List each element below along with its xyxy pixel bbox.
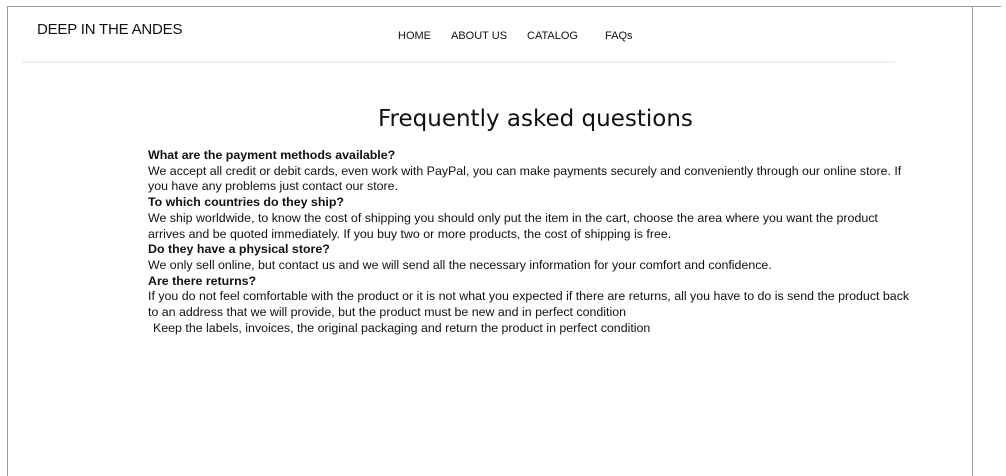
faq-answer-note: Keep the labels, invoices, the original … bbox=[153, 320, 651, 335]
faq-answer: If you do not feel comfortable with the … bbox=[148, 289, 910, 320]
page-frame-right-border bbox=[972, 6, 973, 476]
header-divider bbox=[22, 61, 895, 63]
nav-about-us-link[interactable]: ABOUT US bbox=[451, 30, 507, 42]
faq-question: Do they have a physical store? bbox=[148, 242, 330, 257]
faq-question: To which countries do they ship? bbox=[148, 195, 344, 210]
page-title: Frequently asked questions bbox=[378, 106, 693, 132]
nav-faqs-link[interactable]: FAQs bbox=[605, 30, 633, 42]
faq-question: Are there returns? bbox=[148, 273, 257, 288]
faq-answer: We accept all credit or debit cards, eve… bbox=[148, 163, 902, 194]
nav-home-link[interactable]: HOME bbox=[398, 30, 431, 42]
main-nav: HOME ABOUT US CATALOG FAQs bbox=[0, 30, 1006, 46]
faq-answer: We only sell online, but contact us and … bbox=[148, 257, 772, 272]
faq-question: What are the payment methods available? bbox=[148, 148, 396, 162]
faq-answer: We ship worldwide, to know the cost of s… bbox=[148, 210, 878, 241]
faq-list: What are the payment methods available? … bbox=[148, 148, 918, 336]
nav-catalog-link[interactable]: CATALOG bbox=[527, 30, 578, 42]
